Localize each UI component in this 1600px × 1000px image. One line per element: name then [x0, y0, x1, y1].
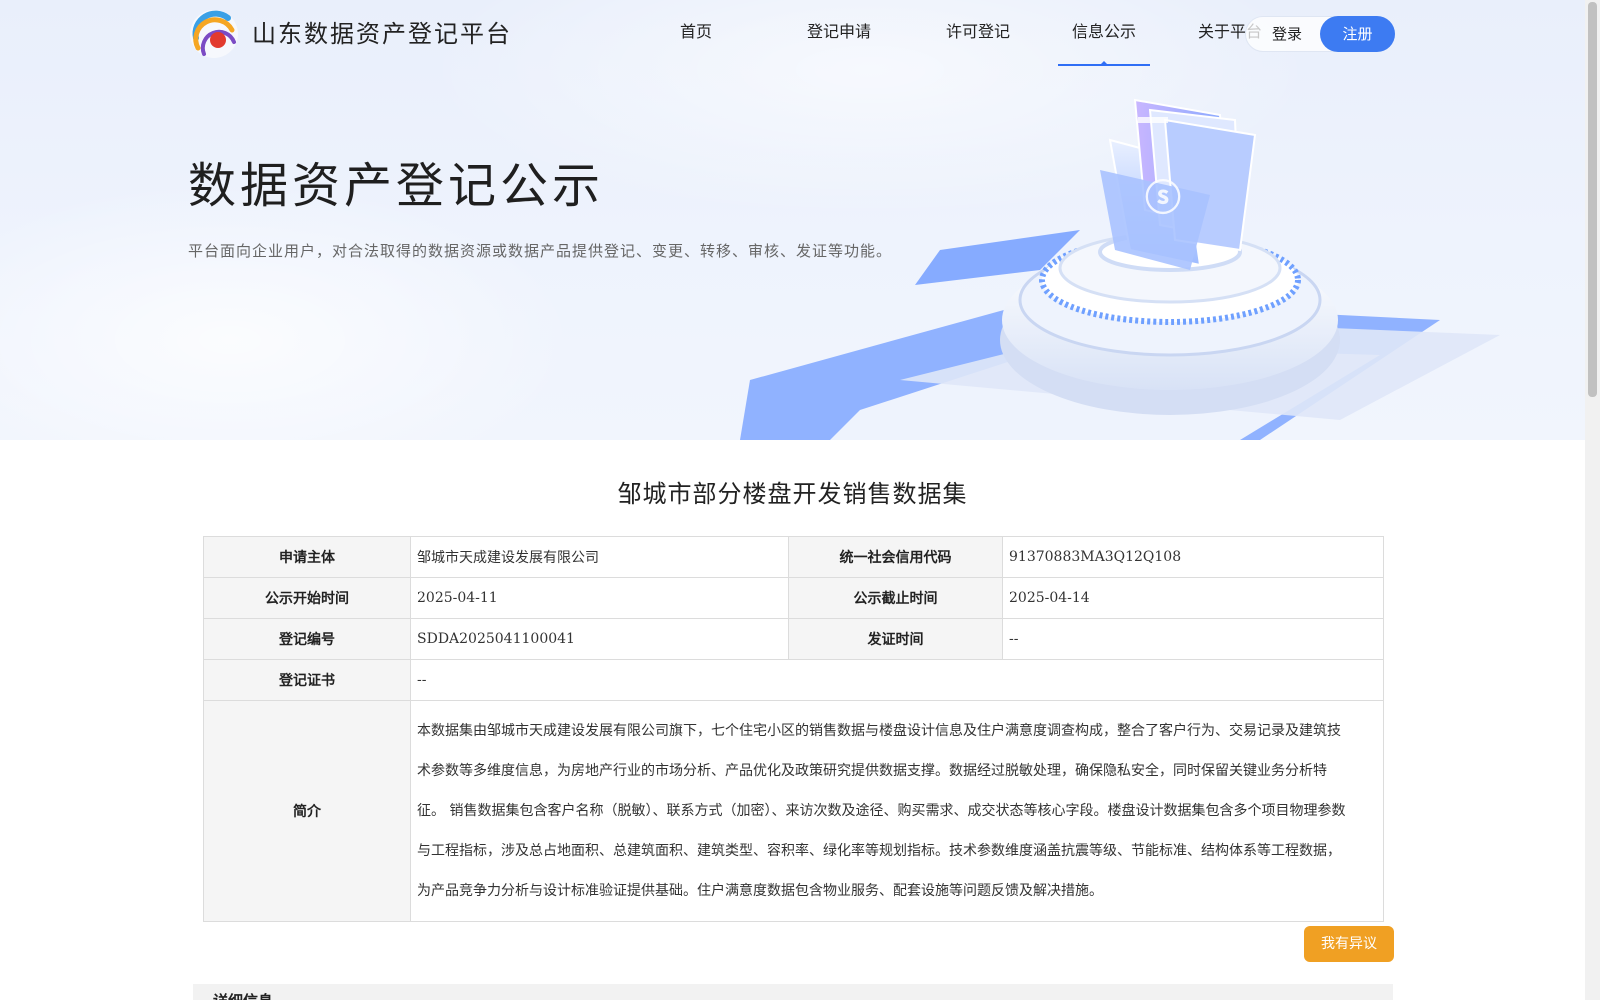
registration-info-table: 申请主体 邹城市天成建设发展有限公司 统一社会信用代码 91370883MA3Q… — [203, 536, 1384, 922]
objection-button[interactable]: 我有异议 — [1304, 926, 1394, 962]
table-row: 登记证书 -- — [203, 659, 1384, 701]
publicity-end-label: 公示截止时间 — [788, 577, 1003, 619]
applicant-value: 邹城市天成建设发展有限公司 — [410, 536, 789, 578]
register-button[interactable]: 注册 — [1320, 16, 1395, 52]
svg-text:ⓢ: ⓢ — [1145, 178, 1181, 219]
page-scrollbar-thumb[interactable] — [1588, 2, 1597, 397]
issue-time-value: -- — [1002, 618, 1384, 660]
nav-item-license-registration[interactable]: 许可登记 — [932, 0, 1024, 66]
nav-item-registration-apply[interactable]: 登记申请 — [778, 0, 900, 66]
registration-no-label: 登记编号 — [203, 618, 411, 660]
registration-no-value: SDDA2025041100041 — [410, 618, 789, 660]
intro-label: 简介 — [203, 700, 411, 922]
publicity-start-label: 公示开始时间 — [203, 577, 411, 619]
certificate-label: 登记证书 — [203, 659, 411, 701]
hero-title: 数据资产登记公示 — [188, 158, 605, 214]
issue-time-label: 发证时间 — [788, 618, 1003, 660]
platform-logo-icon — [190, 10, 238, 58]
publicity-start-value: 2025-04-11 — [410, 577, 789, 619]
table-row: 申请主体 邹城市天成建设发展有限公司 统一社会信用代码 91370883MA3Q… — [203, 536, 1384, 578]
credit-code-label: 统一社会信用代码 — [788, 536, 1003, 578]
nav-item-information-publicity[interactable]: 信息公示 — [1058, 0, 1150, 66]
site-title[interactable]: 山东数据资产登记平台 — [252, 14, 512, 49]
hero-banner: ⓢ 山东数据资产登记平台 首页 登记申请 许可登记 信息公示 关于平台 登录 注… — [0, 0, 1585, 440]
nav-item-home[interactable]: 首页 — [650, 0, 742, 66]
table-row: 登记编号 SDDA2025041100041 发证时间 -- — [203, 618, 1384, 660]
certificate-value: -- — [410, 659, 1384, 701]
publicity-end-value: 2025-04-14 — [1002, 577, 1384, 619]
record-title: 邹城市部分楼盘开发销售数据集 — [617, 480, 968, 508]
page: ⓢ 山东数据资产登记平台 首页 登记申请 许可登记 信息公示 关于平台 登录 注… — [0, 0, 1600, 1000]
credit-code-value: 91370883MA3Q12Q108 — [1002, 536, 1384, 578]
main-nav: 首页 登记申请 许可登记 信息公示 关于平台 — [650, 0, 1276, 66]
table-row: 公示开始时间 2025-04-11 公示截止时间 2025-04-14 — [203, 577, 1384, 619]
top-navigation-bar: 山东数据资产登记平台 首页 登记申请 许可登记 信息公示 关于平台 登录 注册 — [0, 0, 1585, 66]
login-button[interactable]: 登录 — [1252, 16, 1322, 52]
table-row: 简介 本数据集由邹城市天成建设发展有限公司旗下，七个住宅小区的销售数据与楼盘设计… — [203, 700, 1384, 922]
detail-heading: 详细信息 — [213, 990, 273, 1000]
intro-value: 本数据集由邹城市天成建设发展有限公司旗下，七个住宅小区的销售数据与楼盘设计信息及… — [410, 700, 1384, 922]
applicant-label: 申请主体 — [203, 536, 411, 578]
hero-description: 平台面向企业用户，对合法取得的数据资源或数据产品提供登记、变更、转移、审核、发证… — [188, 242, 893, 260]
detail-section: 详细信息 — [193, 984, 1393, 1000]
